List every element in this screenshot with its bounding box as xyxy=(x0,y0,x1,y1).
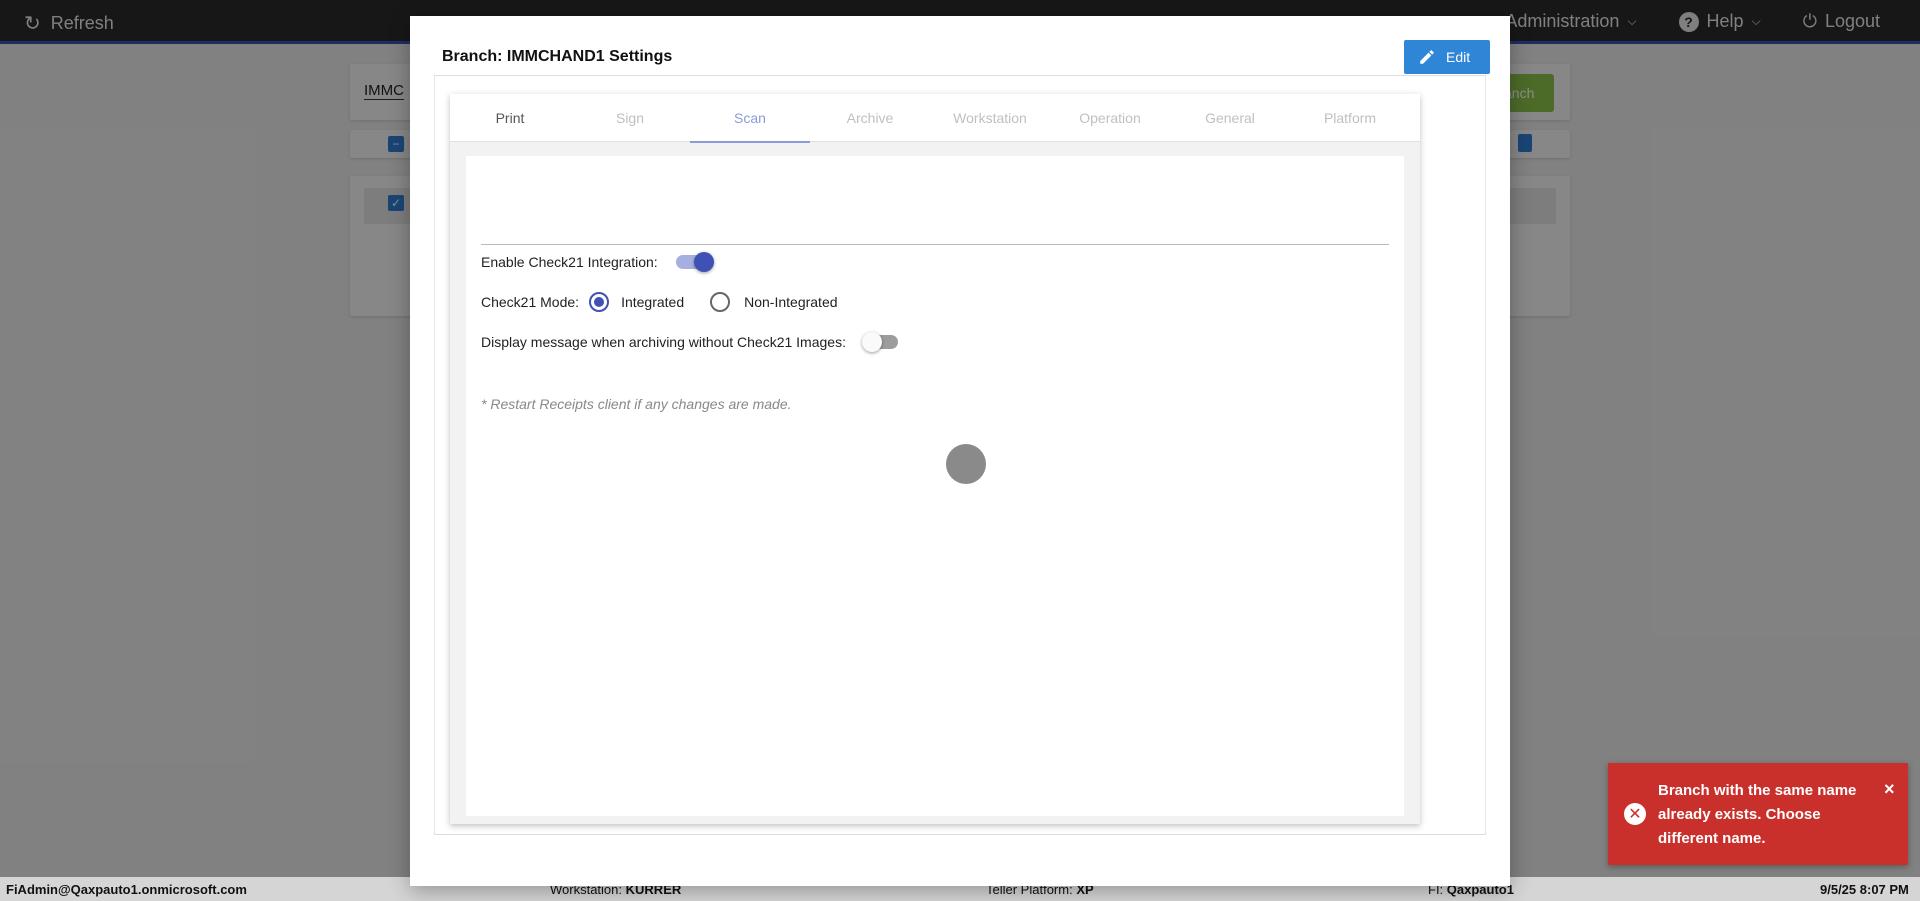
tab-scan[interactable]: Scan xyxy=(690,94,810,143)
enable-check21-toggle[interactable] xyxy=(675,252,714,272)
non-integrated-radio[interactable] xyxy=(710,292,731,312)
modal-divider xyxy=(434,834,1486,835)
restart-note: * Restart Receipts client if any changes… xyxy=(481,396,792,412)
modal-divider xyxy=(1485,76,1486,834)
tab-operation[interactable]: Operation xyxy=(1050,94,1170,142)
integrated-radio-label: Integrated xyxy=(621,294,685,310)
tab-print[interactable]: Print xyxy=(450,94,570,142)
display-message-label: Display message when archiving without C… xyxy=(481,334,846,350)
divider xyxy=(481,244,1389,245)
footer-user: FiAdmin@Qaxpauto1.onmicrosoft.com xyxy=(6,882,247,897)
toggle-knob xyxy=(693,252,714,272)
loading-spinner xyxy=(946,444,986,484)
enable-check21-label: Enable Check21 Integration: xyxy=(481,254,658,270)
edit-label: Edit xyxy=(1446,49,1471,65)
check21-mode-label: Check21 Mode: xyxy=(481,294,580,310)
edit-button[interactable]: Edit xyxy=(1404,40,1490,74)
non-integrated-radio-label: Non-Integrated xyxy=(744,294,838,310)
tab-general[interactable]: General xyxy=(1170,94,1290,142)
toggle-knob xyxy=(861,332,882,352)
tab-platform[interactable]: Platform xyxy=(1290,94,1410,142)
display-message-toggle[interactable] xyxy=(861,332,898,352)
display-message-row: Display message when archiving without C… xyxy=(481,332,898,352)
footer-datetime: 9/5/25 8:07 PM xyxy=(1820,882,1909,897)
scan-settings-content: Enable Check21 Integration: Check21 Mode… xyxy=(466,156,1404,816)
tab-sign[interactable]: Sign xyxy=(570,94,690,142)
settings-tab-panel: Print Sign Scan Archive Workstation Oper… xyxy=(450,94,1420,824)
integrated-radio[interactable] xyxy=(589,292,610,312)
modal-divider xyxy=(434,76,435,834)
tab-archive[interactable]: Archive xyxy=(810,94,930,142)
error-toast: ✕ Branch with the same name already exis… xyxy=(1608,763,1908,865)
error-icon: ✕ xyxy=(1624,803,1646,825)
enable-check21-row: Enable Check21 Integration: xyxy=(481,252,714,272)
tab-workstation[interactable]: Workstation xyxy=(930,94,1050,142)
settings-tabs: Print Sign Scan Archive Workstation Oper… xyxy=(450,94,1420,143)
branch-settings-modal: Branch: IMMCHAND1 Settings Edit Print Si… xyxy=(410,16,1510,886)
pencil-icon xyxy=(1420,50,1434,64)
check21-mode-row: Check21 Mode: Integrated Non-Integrated xyxy=(481,292,838,312)
modal-title: Branch: IMMCHAND1 Settings xyxy=(442,48,673,65)
close-icon[interactable]: × xyxy=(1884,779,1895,800)
toast-message: Branch with the same name already exists… xyxy=(1658,782,1857,847)
